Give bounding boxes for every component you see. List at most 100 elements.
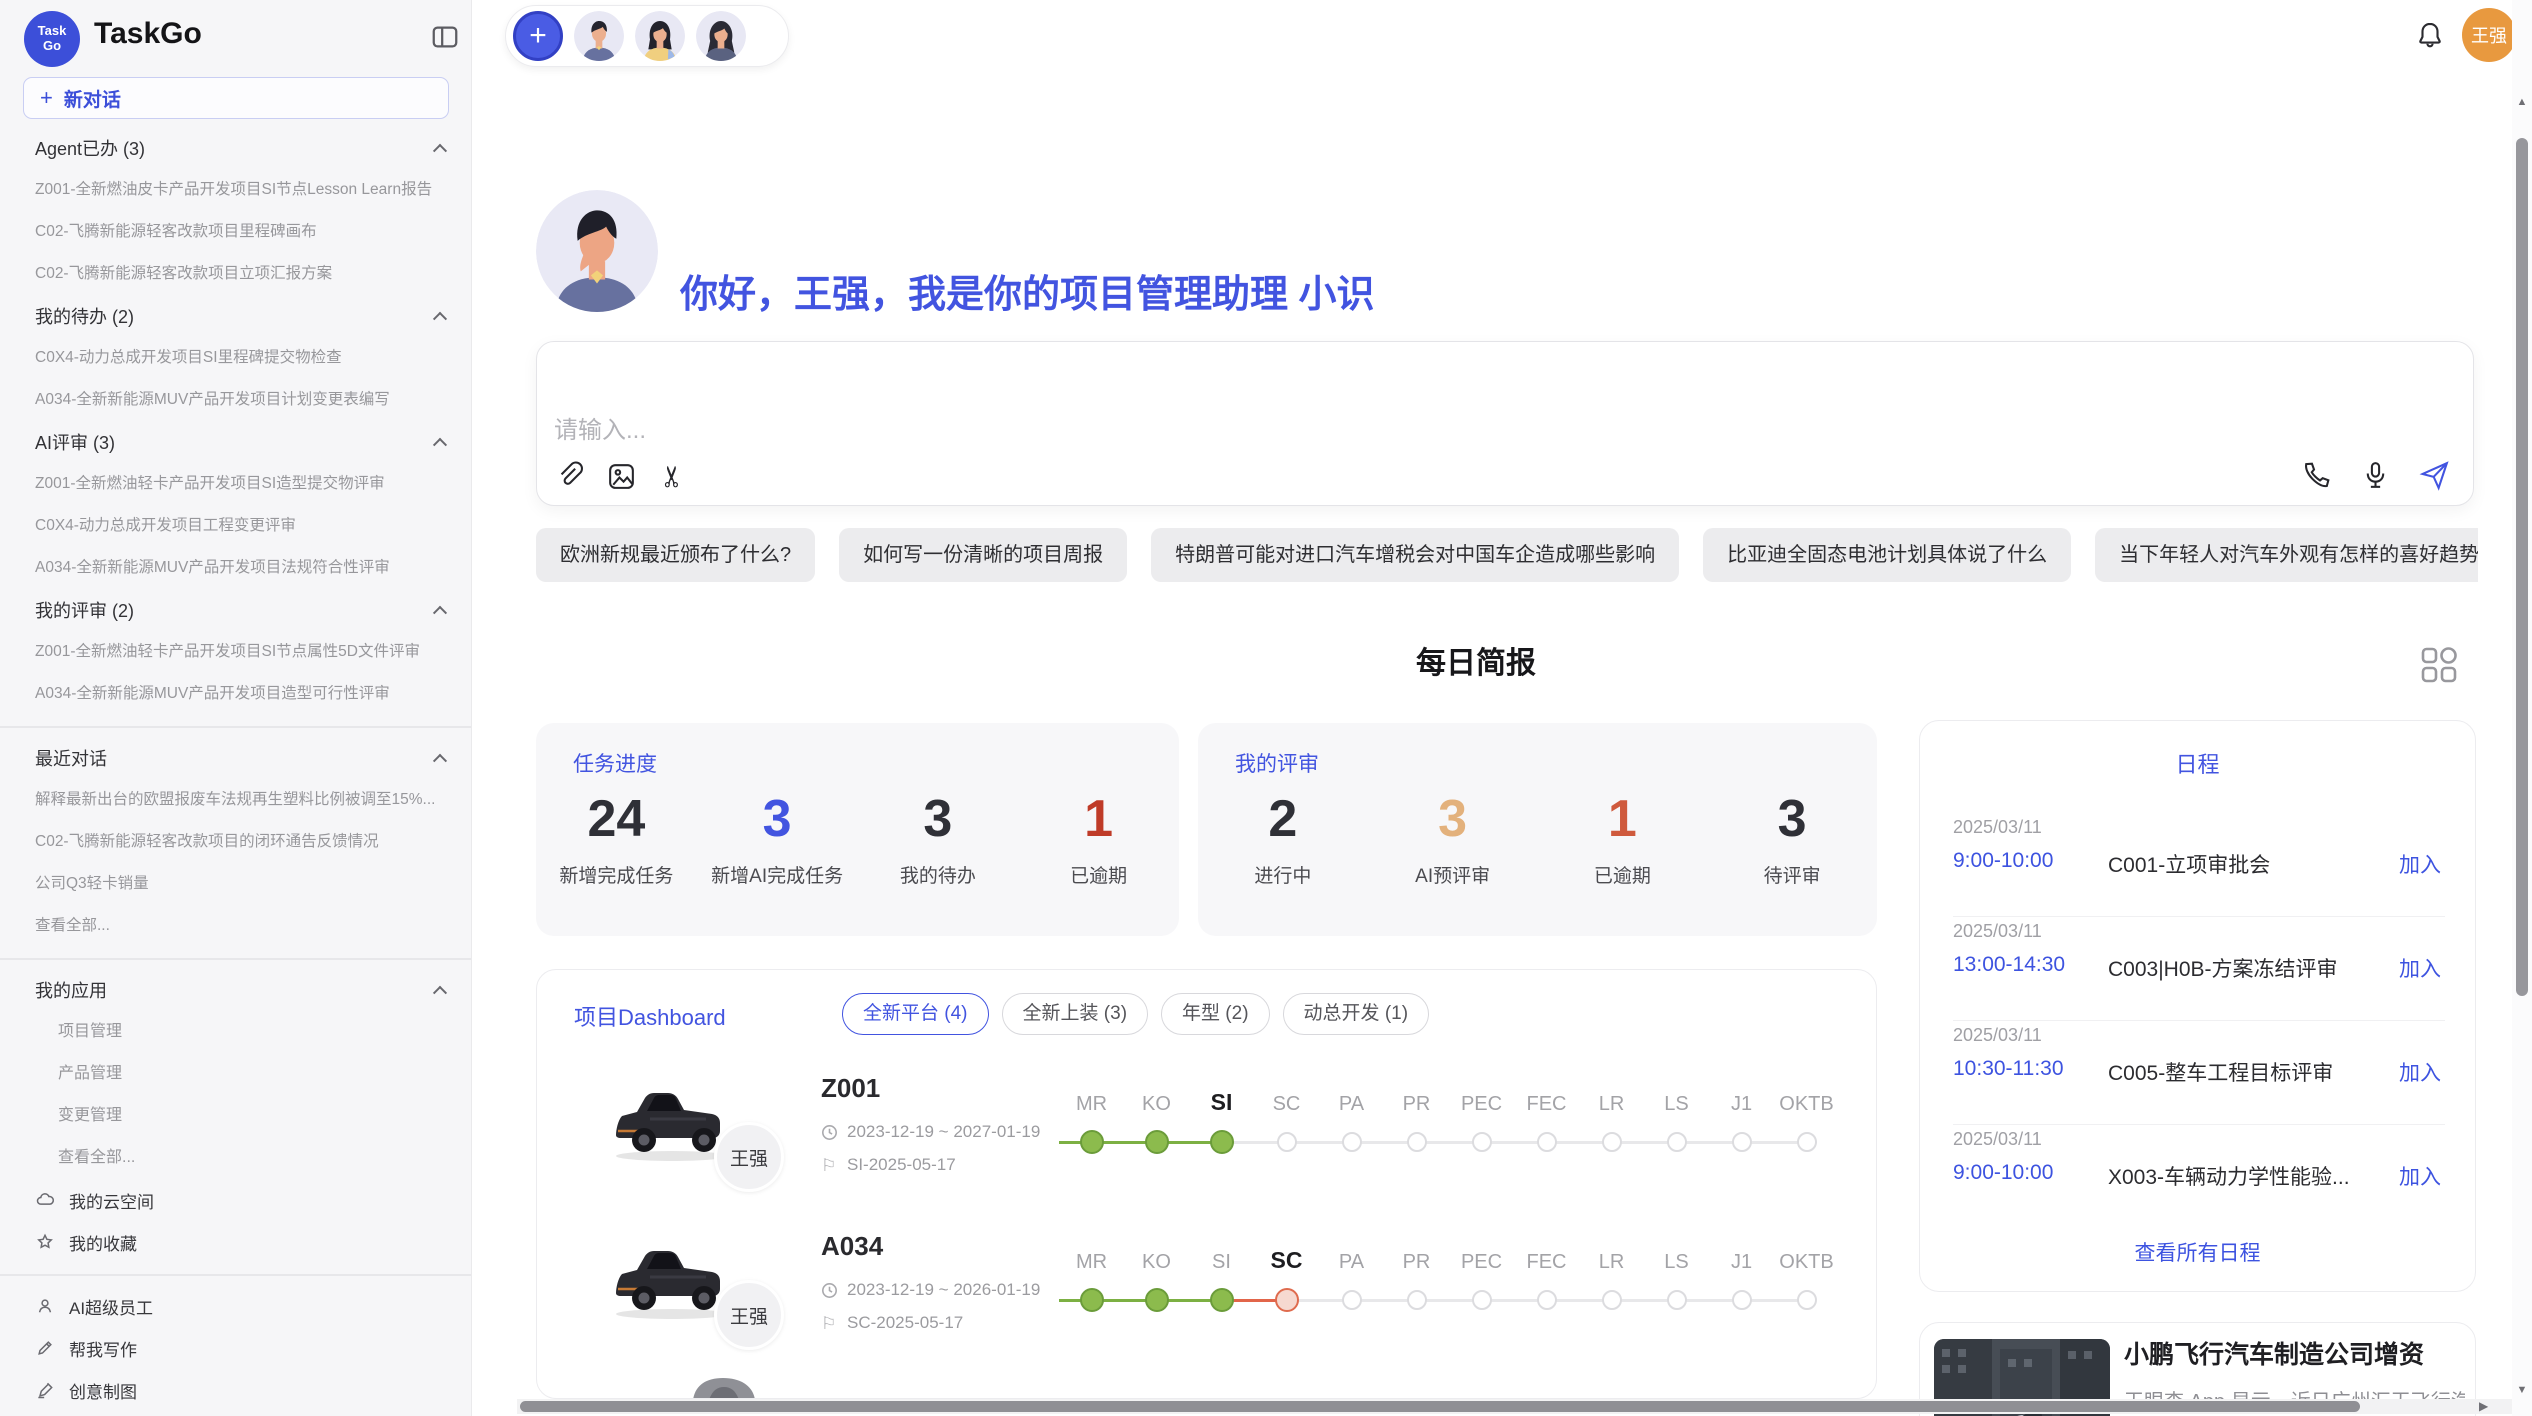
schedule-event: 2025/03/11 9:00-10:00 X003-车辆动力学性能验... 加… <box>1953 1125 2445 1229</box>
add-agent-button[interactable]: + <box>513 11 563 61</box>
vertical-scrollbar-thumb[interactable] <box>2516 138 2528 996</box>
greeting-title: 你好，王强，我是你的项目管理助理 小识 <box>680 263 1375 318</box>
view-all-schedule-link[interactable]: 查看所有日程 <box>1920 1237 2475 1267</box>
chevron-up-icon <box>433 144 447 158</box>
event-name: C001-立项审批会 <box>2108 849 2365 879</box>
sidebar-item-creative-draw[interactable]: 创意制图 <box>0 1369 471 1411</box>
vertical-scrollbar[interactable]: ▲ ▼ <box>2512 0 2532 1416</box>
scroll-right-arrow-icon[interactable]: ▶ <box>2479 1399 2488 1414</box>
horizontal-scrollbar[interactable]: ▶ <box>517 1399 2532 1414</box>
filter-tab-powertrain[interactable]: 动总开发 (1) <box>1283 993 1430 1035</box>
schedule-event: 2025/03/11 13:00-14:30 C003|H0B-方案冻结评审 加… <box>1953 917 2445 1021</box>
paperclip-icon[interactable] <box>553 460 586 493</box>
send-icon[interactable] <box>2418 459 2451 492</box>
milestone-dot-done <box>1145 1130 1169 1154</box>
stat-my-todo: 3 我的待办 <box>858 789 1019 888</box>
view-all-chats[interactable]: 查看全部... <box>0 905 471 947</box>
sidebar-item-ai-employee[interactable]: AI超级员工 <box>0 1285 471 1327</box>
sidebar-item[interactable]: C0X4-动力总成开发项目工程变更评审 <box>0 505 471 547</box>
sidebar-item[interactable]: Z001-全新燃油皮卡产品开发项目SI节点Lesson Learn报告 <box>0 169 471 211</box>
composer[interactable]: 请输入... ✂ <box>536 341 2474 506</box>
join-link[interactable]: 加入 <box>2399 953 2441 983</box>
divider <box>0 947 471 969</box>
stat-label: 已逾期 <box>1538 861 1708 888</box>
stat-label: 已逾期 <box>1018 861 1179 888</box>
sidebar-item[interactable]: C02-飞腾新能源轻客改款项目立项汇报方案 <box>0 253 471 295</box>
user-avatar[interactable]: 王强 <box>2462 8 2516 62</box>
suggestion-chip[interactable]: 欧洲新规最近颁布了什么? <box>536 528 815 582</box>
image-icon[interactable] <box>605 460 638 493</box>
sidebar-item-write-helper[interactable]: 帮我写作 <box>0 1327 471 1369</box>
agent-avatar[interactable] <box>635 11 685 61</box>
new-chat-button[interactable]: + 新对话 <box>23 77 449 119</box>
agent-avatar[interactable] <box>574 11 624 61</box>
sidebar-item[interactable]: C0X4-动力总成开发项目SI里程碑提交物检查 <box>0 337 471 379</box>
app-item-change[interactable]: 变更管理 <box>0 1095 471 1137</box>
suggestion-chip[interactable]: 特朗普可能对进口汽车增税会对中国车企造成哪些影响 <box>1151 528 1679 582</box>
join-link[interactable]: 加入 <box>2399 849 2441 879</box>
app-item-project[interactable]: 项目管理 <box>0 1011 471 1053</box>
project-code: Z001 <box>821 1073 880 1104</box>
stat-value: 1 <box>1018 789 1179 849</box>
suggestion-chip[interactable]: 比亚迪全固态电池计划具体说了什么 <box>1703 528 2071 582</box>
mic-icon[interactable] <box>2359 459 2392 492</box>
stat-overdue: 1 已逾期 <box>1538 789 1708 888</box>
scroll-up-arrow-icon[interactable]: ▲ <box>2512 96 2532 108</box>
stat-label: AI预评审 <box>1368 861 1538 888</box>
project-row[interactable]: 王强 Z001 2023-12-19 ~ 2027-01-19 ⚐ SI-202… <box>537 1065 1876 1223</box>
sidebar-item[interactable]: A034-全新新能源MUV产品开发项目计划变更表编写 <box>0 379 471 421</box>
section-header-recent-chats[interactable]: 最近对话 <box>0 737 471 779</box>
agent-avatar[interactable] <box>696 11 746 61</box>
layout-grid-icon[interactable] <box>2418 644 2460 686</box>
flag-icon: ⚐ <box>821 1315 838 1332</box>
sidebar-item[interactable]: A034-全新新能源MUV产品开发项目法规符合性评审 <box>0 547 471 589</box>
pencil-icon <box>35 1338 55 1358</box>
scissors-icon[interactable]: ✂ <box>657 460 690 493</box>
main-content: + 王强 你好，王强，我是你的项目管理助理 小识 请输入.. <box>472 0 2532 1416</box>
recent-chat-item[interactable]: 解释最新出台的欧盟报废车法规再生塑料比例被调至15%... <box>0 779 471 821</box>
recent-chat-item[interactable]: 公司Q3轻卡销量 <box>0 863 471 905</box>
dashboard-title: 项目Dashboard <box>574 1000 726 1032</box>
app-item-product[interactable]: 产品管理 <box>0 1053 471 1095</box>
milestone-dot-overdue <box>1275 1288 1299 1312</box>
section-header-my-apps[interactable]: 我的应用 <box>0 969 471 1011</box>
section-header-agent-done[interactable]: Agent已办 (3) <box>0 127 471 169</box>
sidebar-item[interactable]: Z001-全新燃油轻卡产品开发项目SI造型提交物评审 <box>0 463 471 505</box>
sidebar-item[interactable]: Z001-全新燃油轻卡产品开发项目SI节点属性5D文件评审 <box>0 631 471 673</box>
sidebar-item-cloud-space[interactable]: 我的云空间 <box>0 1179 471 1221</box>
section-header-ai-review[interactable]: AI评审 (3) <box>0 421 471 463</box>
sidebar-collapse-icon[interactable] <box>430 22 460 52</box>
stat-value: 1 <box>1538 789 1708 849</box>
taskgo-app: Task Go TaskGo + 新对话 Agent已办 (3) Z001-全新… <box>0 0 2532 1416</box>
recent-chat-item[interactable]: C02-飞腾新能源轻客改款项目的闭环通告反馈情况 <box>0 821 471 863</box>
chevron-up-icon <box>433 986 447 1000</box>
suggestion-chip[interactable]: 如何写一份清晰的项目周报 <box>839 528 1127 582</box>
milestone-dot <box>1602 1290 1622 1310</box>
horizontal-scrollbar-thumb[interactable] <box>520 1401 2360 1412</box>
filter-tab-year-model[interactable]: 年型 (2) <box>1161 993 1270 1035</box>
scroll-down-arrow-icon[interactable]: ▼ <box>2512 1384 2532 1396</box>
owner-badge: 王强 <box>714 1122 784 1192</box>
filter-tab-new-body[interactable]: 全新上装 (3) <box>1002 993 1149 1035</box>
section-header-my-review[interactable]: 我的评审 (2) <box>0 589 471 631</box>
sidebar-item[interactable]: A034-全新新能源MUV产品开发项目造型可行性评审 <box>0 673 471 715</box>
stat-value: 2 <box>1198 789 1368 849</box>
event-time: 10:30-11:30 <box>1953 1057 2064 1081</box>
event-date: 2025/03/11 <box>1953 1025 2042 1046</box>
stat-label: 新增AI完成任务 <box>697 861 858 888</box>
notification-bell-icon[interactable] <box>2413 19 2447 53</box>
section-header-my-todo[interactable]: 我的待办 (2) <box>0 295 471 337</box>
view-all-apps[interactable]: 查看全部... <box>0 1137 471 1179</box>
logo-text-bottom: Go <box>43 39 61 54</box>
join-link[interactable]: 加入 <box>2399 1057 2441 1087</box>
sidebar-item[interactable]: C02-飞腾新能源轻客改款项目里程碑画布 <box>0 211 471 253</box>
stat-new-done: 24 新增完成任务 <box>536 789 697 888</box>
phone-icon[interactable] <box>2300 459 2333 492</box>
suggestion-chip[interactable]: 当下年轻人对汽车外观有怎样的喜好趋势 <box>2095 528 2478 582</box>
sidebar-item-favorites[interactable]: 我的收藏 <box>0 1221 471 1263</box>
project-row[interactable]: 王强 A034 2023-12-19 ~ 2026-01-19 ⚐ SC-202… <box>537 1223 1876 1381</box>
project-flag-milestone: ⚐ SI-2025-05-17 <box>821 1155 956 1175</box>
join-link[interactable]: 加入 <box>2399 1161 2441 1191</box>
filter-tab-new-platform[interactable]: 全新平台 (4) <box>842 993 989 1035</box>
agent-quick-bar: + <box>505 5 789 67</box>
